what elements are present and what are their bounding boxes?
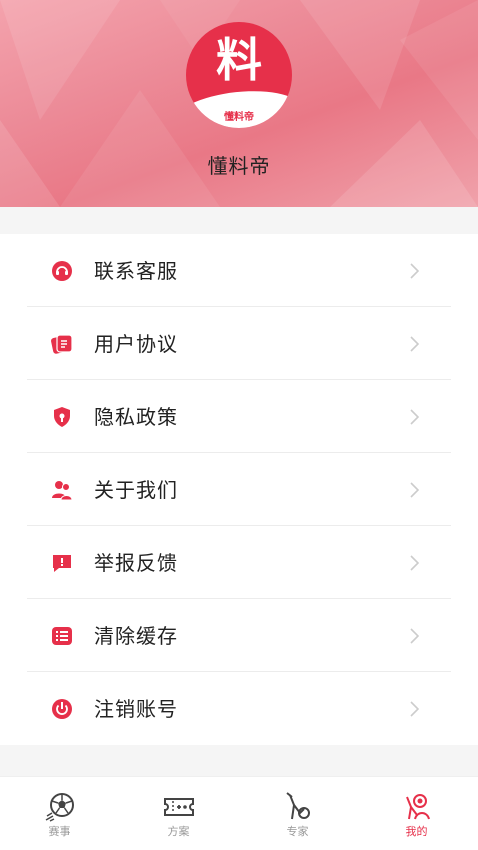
agreement-icon <box>51 334 73 354</box>
profile-icon <box>406 794 430 820</box>
chevron-right-icon <box>410 263 420 279</box>
profile-header: 料 懂料帝 懂料帝 <box>0 0 478 207</box>
privacy-shield-icon <box>54 407 70 427</box>
soccer-ball-icon <box>45 793 74 822</box>
chevron-right-icon <box>410 555 420 571</box>
app-logo: 料 懂料帝 <box>186 22 292 128</box>
menu-item-label: 清除缓存 <box>94 624 178 648</box>
chevron-right-icon <box>410 628 420 644</box>
menu-item-label: 举报反馈 <box>94 551 178 575</box>
chevron-right-icon <box>410 409 420 425</box>
tab-label: 我的 <box>405 825 428 838</box>
power-icon <box>52 699 72 719</box>
menu-item-label: 用户协议 <box>94 332 178 356</box>
bottom-tab-bar: 赛事 方案 专家 我的 <box>0 776 478 850</box>
menu-item-label: 注销账号 <box>94 697 178 721</box>
menu-item-label: 关于我们 <box>94 478 178 502</box>
tab-label: 专家 <box>286 825 309 838</box>
settings-menu: 联系客服 用户协议 隐私政策 关于我们 举报反馈 清除缓存 注销账号 <box>0 234 478 745</box>
logo-small-text: 懂料帝 <box>224 112 254 123</box>
report-icon <box>53 555 71 572</box>
customer-service-icon <box>52 261 72 281</box>
menu-item-privacy-policy[interactable]: 隐私政策 <box>0 380 478 453</box>
tab-events[interactable]: 赛事 <box>0 777 119 850</box>
menu-item-customer-service[interactable]: 联系客服 <box>0 234 478 307</box>
menu-item-report-feedback[interactable]: 举报反馈 <box>0 526 478 599</box>
about-users-icon <box>52 481 73 501</box>
tab-label: 方案 <box>167 825 190 838</box>
tab-label: 赛事 <box>48 825 71 838</box>
menu-item-label: 隐私政策 <box>94 405 178 429</box>
menu-item-user-agreement[interactable]: 用户协议 <box>0 307 478 380</box>
menu-item-about-us[interactable]: 关于我们 <box>0 453 478 526</box>
tab-experts[interactable]: 专家 <box>238 777 357 850</box>
clear-cache-icon <box>52 627 72 645</box>
menu-item-label: 联系客服 <box>94 259 178 283</box>
chevron-right-icon <box>410 701 420 717</box>
app-name: 懂料帝 <box>207 154 271 178</box>
tab-mine[interactable]: 我的 <box>357 777 476 850</box>
expert-icon <box>286 792 310 820</box>
tab-plans[interactable]: 方案 <box>119 777 238 850</box>
logo-glyph: 料 <box>216 33 262 87</box>
chevron-right-icon <box>410 336 420 352</box>
menu-item-delete-account[interactable]: 注销账号 <box>0 672 478 745</box>
chevron-right-icon <box>410 482 420 498</box>
menu-item-clear-cache[interactable]: 清除缓存 <box>0 599 478 672</box>
ticket-icon <box>164 798 194 816</box>
